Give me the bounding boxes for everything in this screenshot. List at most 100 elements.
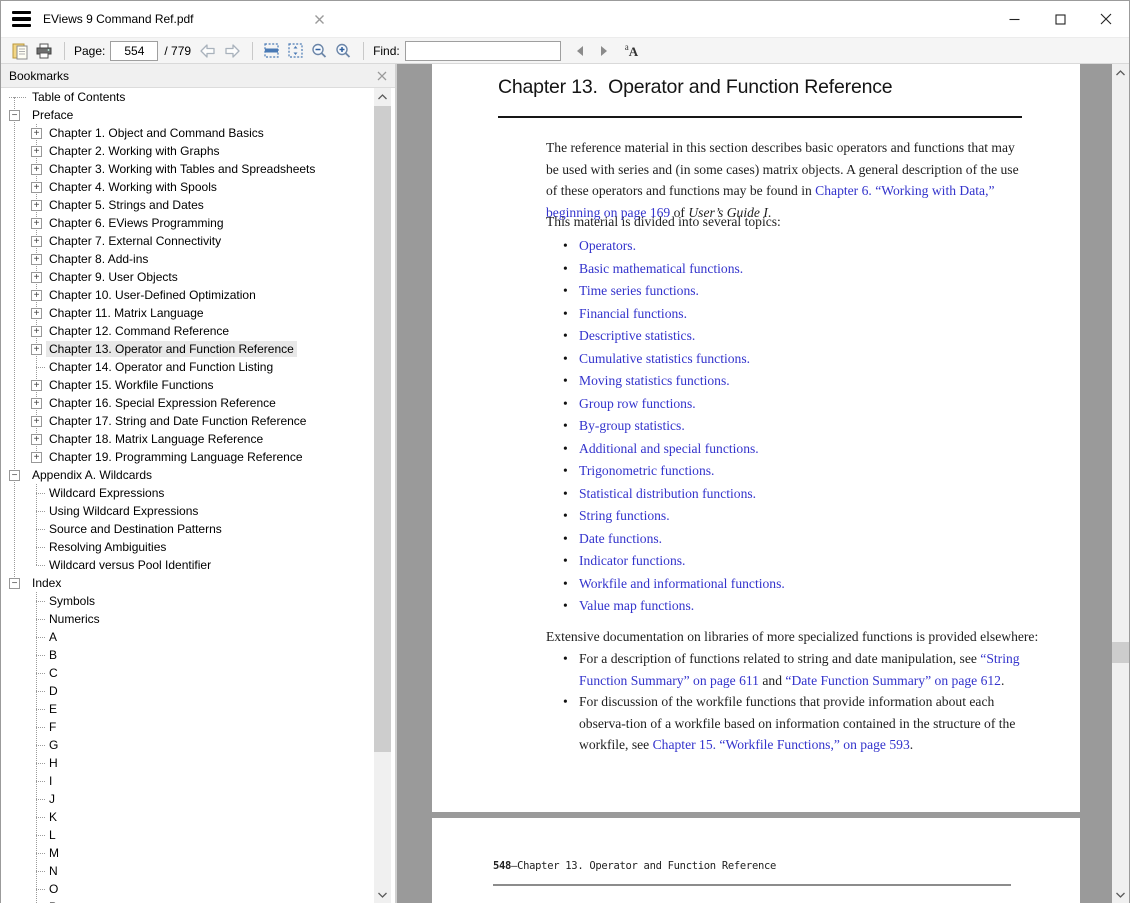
expand-icon[interactable]: + <box>31 434 42 445</box>
bookmark-item[interactable]: E <box>1 700 395 718</box>
scroll-down-icon[interactable] <box>1112 886 1129 903</box>
menu-button[interactable] <box>1 1 41 37</box>
content-scrollbar-thumb[interactable] <box>1112 642 1129 663</box>
expand-icon[interactable]: + <box>31 416 42 427</box>
bookmark-item[interactable]: +Chapter 8. Add-ins <box>1 250 395 268</box>
expand-icon[interactable]: + <box>31 308 42 319</box>
topic-link[interactable]: Basic mathematical functions. <box>579 261 743 276</box>
fit-page-button[interactable] <box>284 40 306 62</box>
bookmark-item[interactable]: C <box>1 664 395 682</box>
expand-icon[interactable]: + <box>31 182 42 193</box>
bookmark-item[interactable]: Wildcard Expressions <box>1 484 395 502</box>
bookmark-item[interactable]: J <box>1 790 395 808</box>
bookmark-item[interactable]: Table of Contents <box>1 88 395 106</box>
bookmark-item[interactable]: +Chapter 2. Working with Graphs <box>1 142 395 160</box>
bookmark-item[interactable]: +Chapter 5. Strings and Dates <box>1 196 395 214</box>
bookmark-item[interactable]: Chapter 14. Operator and Function Listin… <box>1 358 395 376</box>
bookmark-item[interactable]: +Chapter 11. Matrix Language <box>1 304 395 322</box>
page-number-input[interactable] <box>110 41 158 61</box>
bookmark-item[interactable]: N <box>1 862 395 880</box>
bookmark-item[interactable]: K <box>1 808 395 826</box>
bookmark-item[interactable]: +Chapter 13. Operator and Function Refer… <box>1 340 395 358</box>
document-tab[interactable]: EViews 9 Command Ref.pdf <box>41 1 333 37</box>
bookmark-item[interactable]: +Chapter 16. Special Expression Referenc… <box>1 394 395 412</box>
bookmark-item[interactable]: +Chapter 3. Working with Tables and Spre… <box>1 160 395 178</box>
content-scrollbar[interactable] <box>1112 64 1129 903</box>
match-case-icon[interactable]: aA <box>625 43 638 58</box>
scroll-down-icon[interactable] <box>374 886 391 903</box>
expand-icon[interactable]: + <box>31 380 42 391</box>
bookmark-item[interactable]: M <box>1 844 395 862</box>
bookmark-item[interactable]: P <box>1 898 395 903</box>
topic-link[interactable]: Descriptive statistics. <box>579 328 695 343</box>
expand-icon[interactable]: + <box>31 236 42 247</box>
bookmark-item[interactable]: D <box>1 682 395 700</box>
bookmark-item[interactable]: O <box>1 880 395 898</box>
expand-icon[interactable]: + <box>31 218 42 229</box>
find-input[interactable] <box>405 41 561 61</box>
expand-icon[interactable]: + <box>31 344 42 355</box>
next-page-button[interactable] <box>221 40 243 62</box>
sidebar-scrollbar-thumb[interactable] <box>374 106 391 752</box>
topic-link[interactable]: Financial functions. <box>579 306 687 321</box>
bookmark-item[interactable]: +Chapter 4. Working with Spools <box>1 178 395 196</box>
print-button[interactable] <box>33 40 55 62</box>
zoom-in-button[interactable] <box>332 40 354 62</box>
bookmark-item[interactable]: B <box>1 646 395 664</box>
scroll-up-icon[interactable] <box>374 88 391 105</box>
bookmark-item[interactable]: Using Wildcard Expressions <box>1 502 395 520</box>
bookmark-item[interactable]: Wildcard versus Pool Identifier <box>1 556 395 574</box>
topic-link[interactable]: Value map functions. <box>579 598 694 613</box>
topic-link[interactable]: String functions. <box>579 508 670 523</box>
bookmark-item[interactable]: Symbols <box>1 592 395 610</box>
bookmark-item[interactable]: G <box>1 736 395 754</box>
topic-link[interactable]: Operators. <box>579 238 636 253</box>
pdf-content-area[interactable]: Chapter 13. Operator and Function Refere… <box>397 64 1129 903</box>
bookmark-item[interactable]: +Chapter 6. EViews Programming <box>1 214 395 232</box>
expand-icon[interactable]: + <box>31 398 42 409</box>
expand-icon[interactable]: + <box>31 200 42 211</box>
topic-link[interactable]: Additional and special functions. <box>579 441 759 456</box>
topic-link[interactable]: Time series functions. <box>579 283 699 298</box>
maximize-button[interactable] <box>1037 1 1083 37</box>
bookmark-item[interactable]: L <box>1 826 395 844</box>
expand-icon[interactable]: + <box>31 128 42 139</box>
topic-link[interactable]: Cumulative statistics functions. <box>579 351 750 366</box>
bookmark-item[interactable]: Numerics <box>1 610 395 628</box>
bookmark-item[interactable]: H <box>1 754 395 772</box>
expand-icon[interactable]: + <box>31 146 42 157</box>
bookmark-item[interactable]: +Chapter 10. User-Defined Optimization <box>1 286 395 304</box>
bookmark-item[interactable]: +Chapter 17. String and Date Function Re… <box>1 412 395 430</box>
collapse-icon[interactable]: − <box>9 578 20 589</box>
bookmark-item[interactable]: +Chapter 1. Object and Command Basics <box>1 124 395 142</box>
bookmark-item[interactable]: +Chapter 15. Workfile Functions <box>1 376 395 394</box>
previous-page-button[interactable] <box>197 40 219 62</box>
bookmarks-close-icon[interactable] <box>377 71 387 81</box>
open-document-button[interactable] <box>9 40 31 62</box>
minimize-button[interactable] <box>991 1 1037 37</box>
topic-link[interactable]: Trigonometric functions. <box>579 463 714 478</box>
topic-link[interactable]: Indicator functions. <box>579 553 685 568</box>
bookmark-item[interactable]: F <box>1 718 395 736</box>
expand-icon[interactable]: + <box>31 272 42 283</box>
bookmark-item[interactable]: −Appendix A. Wildcards <box>1 466 395 484</box>
close-button[interactable] <box>1083 1 1129 37</box>
sidebar-scrollbar[interactable] <box>374 88 391 903</box>
expand-icon[interactable]: + <box>31 164 42 175</box>
bookmark-item[interactable]: A <box>1 628 395 646</box>
topic-link[interactable]: By-group statistics. <box>579 418 685 433</box>
bookmark-item[interactable]: +Chapter 18. Matrix Language Reference <box>1 430 395 448</box>
topic-link[interactable]: Moving statistics functions. <box>579 373 730 388</box>
tab-close-icon[interactable] <box>311 11 327 27</box>
topic-link[interactable]: Date functions. <box>579 531 662 546</box>
bookmark-item[interactable]: −Preface <box>1 106 395 124</box>
bookmark-item[interactable]: +Chapter 7. External Connectivity <box>1 232 395 250</box>
expand-icon[interactable]: + <box>31 452 42 463</box>
bookmark-item[interactable]: +Chapter 12. Command Reference <box>1 322 395 340</box>
expand-icon[interactable]: + <box>31 254 42 265</box>
expand-icon[interactable]: + <box>31 326 42 337</box>
bookmark-item[interactable]: +Chapter 9. User Objects <box>1 268 395 286</box>
bookmark-item[interactable]: +Chapter 19. Programming Language Refere… <box>1 448 395 466</box>
bookmark-item[interactable]: −Index <box>1 574 395 592</box>
fit-width-button[interactable] <box>260 40 282 62</box>
